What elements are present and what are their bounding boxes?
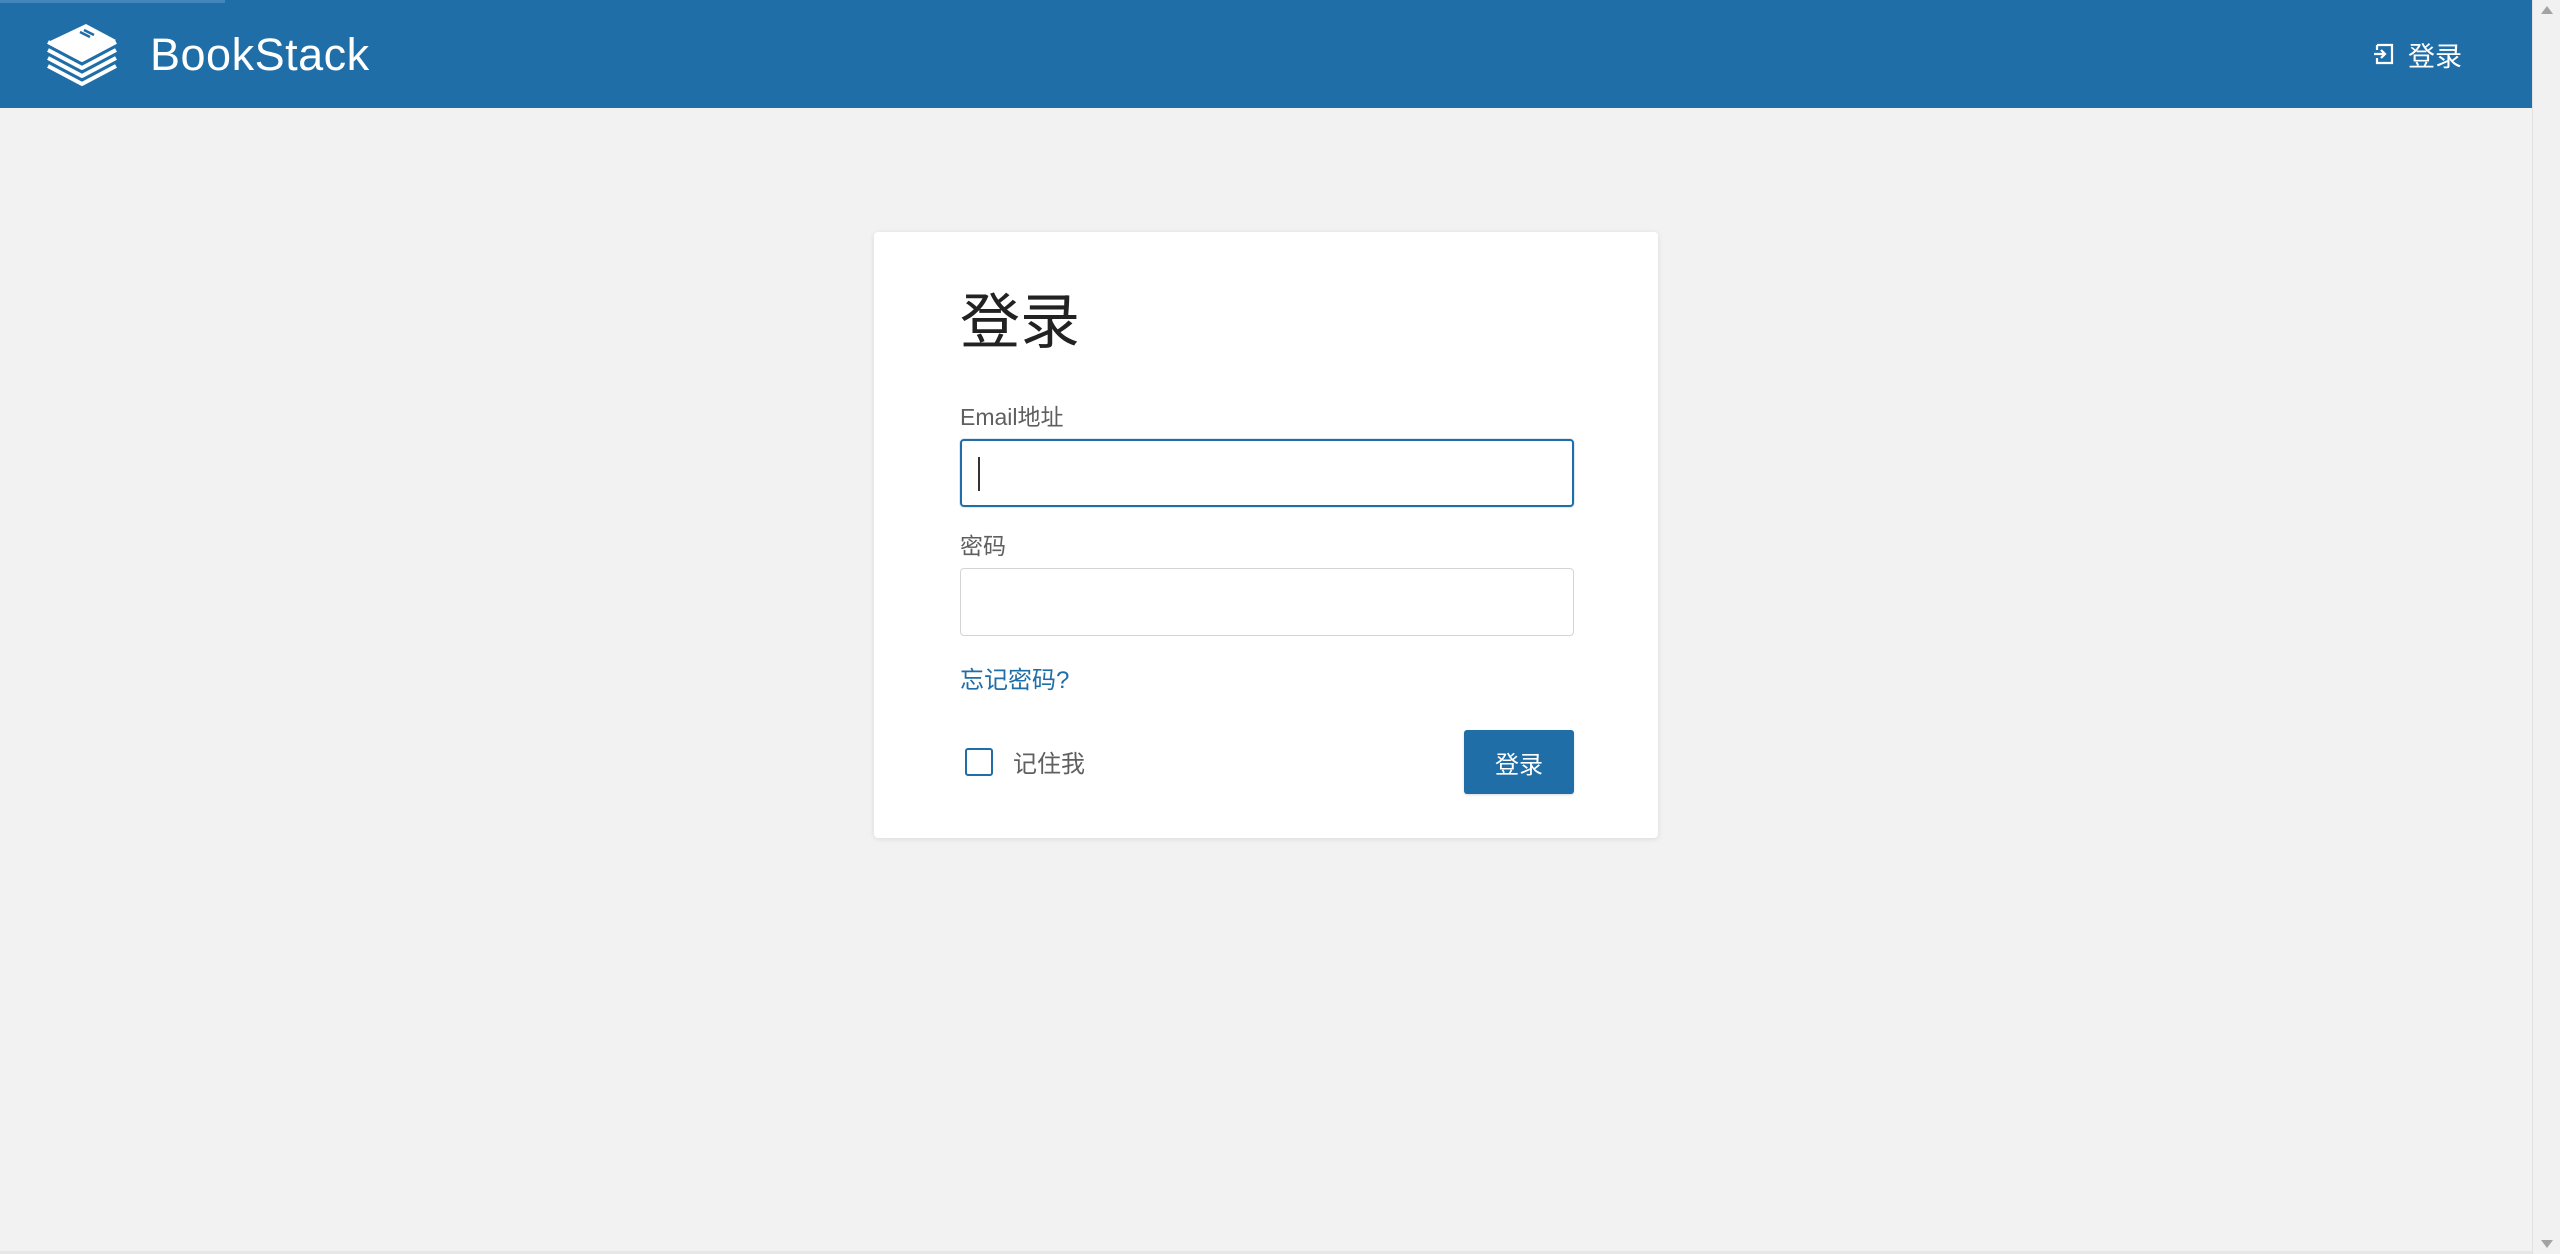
header-login-label: 登录 — [2408, 41, 2462, 72]
remember-me-label: 记住我 — [1013, 751, 1085, 778]
app-header: BookStack 登录 — [0, 0, 2532, 108]
forgot-password-link[interactable]: 忘记密码? — [960, 660, 1069, 695]
loading-progress-bar — [0, 0, 225, 3]
brand-name: BookStack — [150, 28, 370, 80]
password-field[interactable] — [960, 568, 1574, 636]
email-field[interactable] — [960, 439, 1574, 507]
page-title: 登录 — [960, 289, 1080, 356]
scroll-up-arrow-icon[interactable] — [2541, 6, 2553, 14]
remember-me-checkbox[interactable] — [965, 747, 993, 776]
remember-me-toggle[interactable]: 记住我 — [965, 744, 1085, 779]
bookstack-logo-icon — [47, 24, 117, 86]
scroll-down-arrow-icon[interactable] — [2541, 1240, 2553, 1248]
text-caret — [978, 457, 980, 491]
brand-home-link[interactable]: BookStack — [44, 20, 370, 88]
email-label: Email地址 — [960, 404, 1064, 430]
login-icon — [2374, 43, 2394, 65]
vertical-scrollbar[interactable] — [2532, 0, 2560, 1254]
login-submit-button[interactable]: 登录 — [1464, 730, 1574, 794]
header-login-link[interactable]: 登录 — [2372, 34, 2462, 74]
login-card: 登录 Email地址 密码 忘记密码? 记住我 登录 — [874, 232, 1658, 838]
password-label: 密码 — [960, 533, 1006, 559]
